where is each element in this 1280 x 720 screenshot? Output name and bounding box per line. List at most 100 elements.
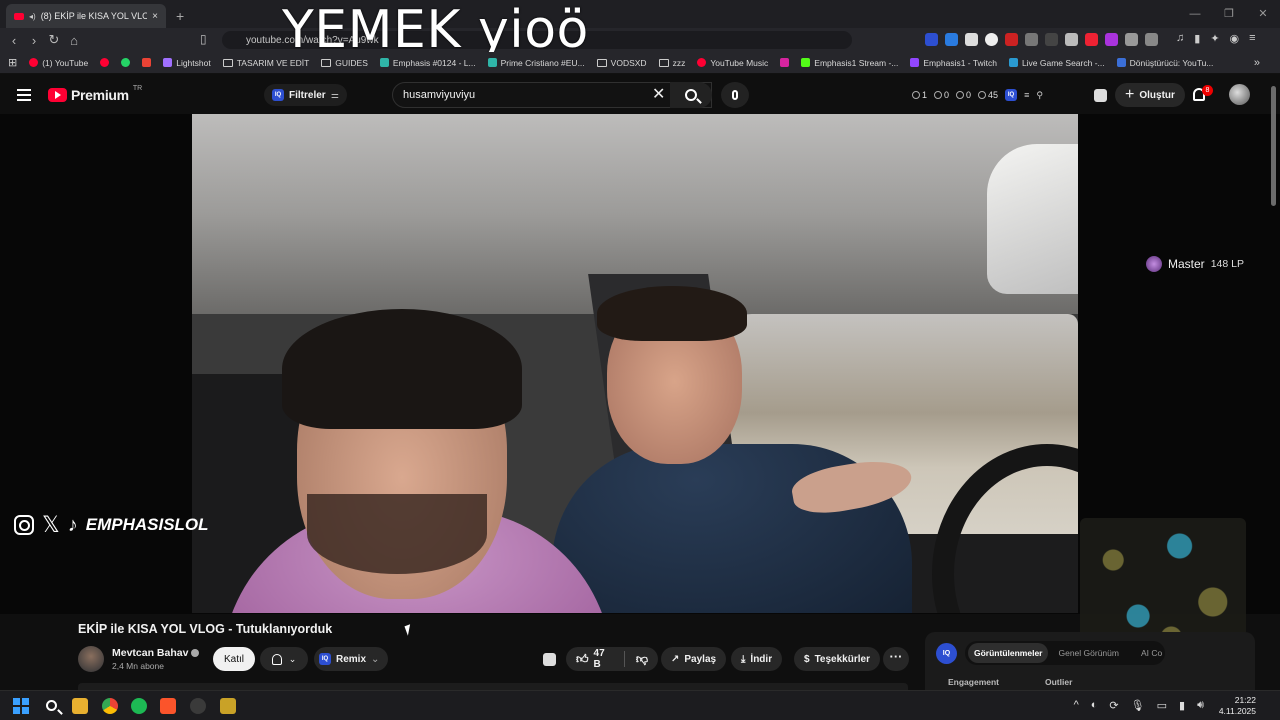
system-tray: ^ ◐ ⟳ 🎙︎ ▭ ▮ 🔊︎ (1074, 699, 1204, 712)
back-icon[interactable]: ‹ (4, 33, 24, 48)
bookmark-item[interactable]: GUIDES (321, 58, 368, 68)
bookmark-item[interactable]: Live Game Search -... (1008, 58, 1105, 68)
youtube-logo[interactable]: Premium TR (48, 85, 142, 103)
pen-icon[interactable] (985, 33, 998, 46)
sync-icon[interactable]: ⟳ (1109, 699, 1118, 712)
file-explorer-icon[interactable] (72, 698, 88, 714)
battery-icon[interactable]: ▮ (1179, 699, 1185, 712)
extension-icon[interactable] (1105, 33, 1118, 46)
screen: ◂) (8) EKİP ile KISA YOL VLOG - T × + — … (0, 0, 1280, 720)
voice-search-button[interactable] (721, 82, 749, 108)
trophy-icon[interactable]: ⚲ (1036, 90, 1043, 101)
create-button[interactable]: + Oluştur (1115, 83, 1185, 107)
channel-avatar[interactable] (78, 646, 104, 672)
channel-name[interactable]: Mevtcan Bahav (112, 647, 200, 659)
remix-button[interactable]: IQ Remix ⌄ (314, 647, 389, 671)
browser-tab-active[interactable]: ◂) (8) EKİP ile KISA YOL VLOG - T × (6, 4, 166, 28)
network-icon[interactable]: ▭ (1157, 699, 1167, 712)
stream-overlay-text: YEMEK yioö (282, 0, 589, 60)
ai-icon[interactable]: ✦ (1210, 32, 1219, 45)
close-window-button[interactable]: ✕ (1246, 0, 1280, 28)
bookmark-item[interactable]: Emphasis1 Stream -... (801, 58, 898, 68)
tab-overview[interactable]: Genel Görünüm (1058, 648, 1118, 658)
more-actions-button[interactable]: ··· (883, 647, 909, 671)
description-box[interactable] (78, 683, 908, 690)
extension-icon[interactable] (1145, 33, 1158, 46)
extension-icon[interactable] (1045, 33, 1058, 46)
bookmark-item[interactable]: Emphasis #0124 - L... (379, 58, 476, 68)
menu-icon[interactable]: ≡ (1249, 32, 1255, 45)
bookmark-page-icon[interactable]: ▯ (200, 32, 207, 46)
iq-extension-icon[interactable] (925, 33, 938, 46)
bookmark-item[interactable] (100, 58, 110, 67)
tab-close-icon[interactable]: × (152, 11, 158, 22)
extension-icon[interactable] (1065, 33, 1078, 46)
bookmark-item[interactable] (780, 58, 790, 67)
chevron-up-icon[interactable]: ^ (1074, 699, 1079, 712)
thumbs-down-icon[interactable]: 👎︎ (636, 652, 648, 667)
search-icon[interactable] (44, 698, 60, 714)
filters-button[interactable]: IQ Filtreler ⚌ (264, 84, 347, 106)
sidebar-icon[interactable]: ▮ (1194, 32, 1200, 45)
league-client-icon[interactable] (220, 698, 236, 714)
bookmark-item[interactable]: Emphasis1 - Twitch (910, 58, 997, 68)
join-button[interactable]: Katıl (213, 647, 256, 671)
download-button[interactable]: ⤓ İndir (731, 647, 783, 671)
minimize-button[interactable]: — (1178, 0, 1212, 28)
camera-icon[interactable] (1025, 33, 1038, 46)
microphone-tray-icon[interactable]: 🎙︎ (1131, 699, 1145, 712)
extension-icon[interactable] (965, 33, 978, 46)
tab-views[interactable]: Görüntülenmeler (968, 643, 1049, 663)
more-bookmarks-icon[interactable]: » (1254, 57, 1260, 69)
search-button[interactable] (670, 82, 712, 108)
subscription-bell-button[interactable]: ⌄ (260, 647, 308, 671)
like-count[interactable]: 47 B (594, 648, 613, 670)
page-scrollbar[interactable] (1271, 86, 1276, 206)
volume-icon[interactable]: 🔊︎ (1197, 699, 1204, 712)
list-icon[interactable]: ≡ (1024, 90, 1029, 100)
thumbs-up-icon[interactable]: 👍︎ (576, 652, 589, 667)
extension-icon[interactable] (945, 33, 958, 46)
account-avatar[interactable] (1229, 84, 1250, 105)
remix-label: Remix (336, 653, 367, 665)
kick-icon[interactable] (543, 653, 556, 666)
bookmark-item[interactable]: VODSXD (596, 58, 647, 68)
bookmark-item[interactable]: Dönüştürücü: YouTu... (1116, 58, 1213, 68)
video-player[interactable] (192, 114, 1078, 613)
bookmark-item[interactable]: Lightshot (163, 58, 211, 68)
thanks-button[interactable]: $ Teşekkürler (794, 647, 880, 671)
media-icon[interactable]: ♫ (1176, 32, 1184, 45)
home-icon[interactable]: ⌂ (64, 33, 84, 48)
extension-icon[interactable] (1005, 33, 1018, 46)
share-button[interactable]: ↗ Paylaş (661, 647, 727, 671)
extension-icon[interactable] (1085, 33, 1098, 46)
like-dislike-group: 👍︎ 47 B 👎︎ (566, 647, 658, 671)
brave-icon[interactable] (160, 698, 176, 714)
bookmark-item[interactable] (142, 58, 152, 67)
hamburger-menu-icon[interactable] (17, 89, 31, 101)
bookmark-item[interactable]: zzz (658, 58, 685, 68)
new-tab-button[interactable]: + (176, 4, 184, 28)
iq-icon[interactable]: IQ (1005, 89, 1018, 101)
bookmark-item[interactable] (121, 58, 131, 67)
kick-icon[interactable] (1094, 89, 1107, 102)
tab-ai[interactable]: AI Co (1141, 648, 1162, 658)
reload-icon[interactable]: ↻ (44, 32, 64, 48)
apps-icon[interactable]: ⊞ (8, 56, 17, 69)
bookmark-item[interactable]: (1) YouTube (29, 58, 88, 68)
obs-icon[interactable] (190, 698, 206, 714)
clear-search-icon[interactable]: ✕ (652, 86, 665, 104)
forward-icon[interactable]: › (24, 33, 44, 48)
bookmark-item[interactable]: YouTube Music (697, 58, 768, 68)
maximize-button[interactable]: ❐ (1212, 0, 1246, 28)
system-clock[interactable]: 21:22 4.11.2025 (1219, 695, 1256, 717)
spotify-icon[interactable] (131, 698, 147, 714)
tray-app-icon[interactable]: ◐ (1091, 699, 1098, 712)
mouse-cursor-icon (404, 624, 414, 636)
chrome-icon[interactable] (102, 698, 118, 714)
bookmark-item[interactable]: Prime Cristiano #EU... (487, 58, 585, 68)
bookmark-item[interactable]: TASARIM VE EDİT (222, 58, 309, 68)
puzzle-icon[interactable] (1125, 33, 1138, 46)
windows-start-icon[interactable] (13, 698, 29, 714)
shield-icon[interactable]: ◉ (1230, 32, 1240, 45)
